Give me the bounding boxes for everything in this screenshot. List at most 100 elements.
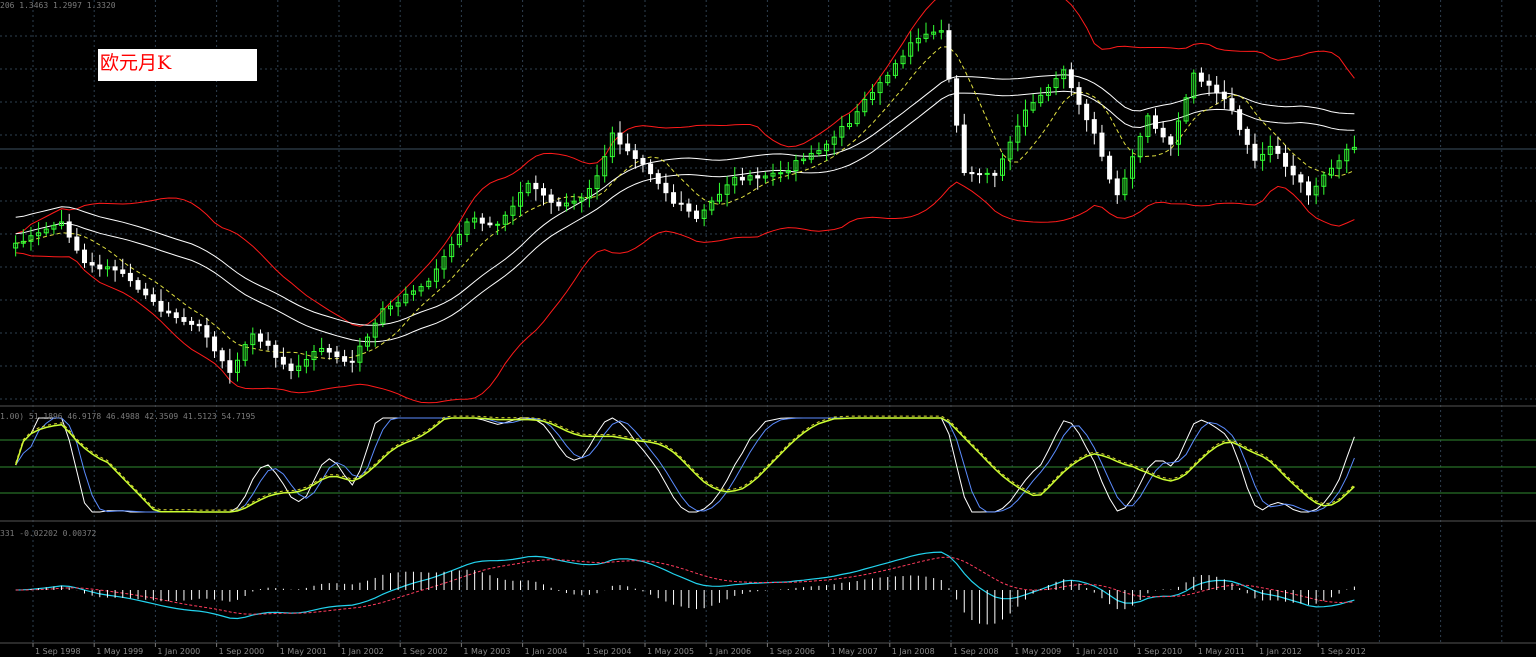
candle-body [1221,91,1227,100]
candle-body [479,217,485,224]
x-tick-label: 1 Sep 2010 [1137,647,1183,656]
x-tick-label: 1 Sep 2008 [953,647,999,656]
candle-body [1206,80,1212,86]
candle-body [74,236,80,251]
candle-body [227,360,233,373]
candle-body [640,157,646,165]
chart-background [0,0,1536,657]
x-tick-label: 1 Jan 2002 [341,647,384,656]
candle-body [984,172,990,175]
candle-body [1168,136,1174,145]
candle-body [495,223,501,226]
x-tick-label: 1 Sep 2004 [586,647,632,656]
candle-body [487,222,493,226]
x-tick-label: 1 Jan 2008 [892,647,935,656]
candle-body [1198,72,1204,82]
x-tick-label: 1 Jan 2000 [157,647,200,656]
candle-body [1214,84,1220,93]
candle-body [257,333,263,342]
candle-body [66,221,72,238]
candle-body [556,201,562,207]
candle-body [273,344,279,358]
candle-body [1298,174,1304,183]
x-tick-label: 1 Jan 2012 [1259,647,1302,656]
candle-body [671,192,677,204]
candle-body [342,356,348,362]
candle-body [349,360,355,363]
candle-body [1306,181,1311,196]
candle-body [120,269,126,274]
candle-body [1244,128,1250,145]
candle-body [1252,143,1258,161]
macd-readout: 331 -0.02202 0.00372 [0,529,97,538]
candle-body [150,294,156,302]
candle-body [954,78,960,126]
candle-body [127,272,133,282]
x-tick-label: 1 Jan 2006 [708,647,751,656]
candle-body [135,280,141,290]
x-tick-label: 1 Sep 2006 [769,647,815,656]
candle-body [265,340,271,346]
candle-body [280,356,286,365]
candle-body [694,210,699,219]
candle-body [288,363,294,372]
candle-body [686,203,692,212]
stochastic-readout: 1.00) 51.1896 46.9178 46.4988 42.3509 41… [0,412,256,421]
candle-body [548,194,554,203]
candle-body [204,325,210,338]
candle-body [166,310,172,314]
candle-body [89,262,95,266]
candle-body [1275,145,1281,154]
candle-body [961,124,967,174]
x-tick-label: 1 May 2009 [1014,647,1061,656]
forex-chart[interactable]: 1 Sep 1998 1 May 1999 1 Jan 2000 1 Sep 2000… [0,0,1536,657]
candle-body [625,143,631,152]
candle-body [533,182,539,190]
candle-body [969,172,975,175]
candle-body [334,351,340,358]
candle-body [196,323,202,327]
candle-body [212,336,218,352]
candle-body [1290,165,1296,176]
candle-body [1153,115,1158,129]
x-tick-label: 1 May 2007 [831,647,878,656]
candle-body [663,182,669,194]
x-tick-label: 1 Jan 2010 [1075,647,1118,656]
candle-body [82,249,87,264]
candle-body [173,312,179,319]
candle-body [112,266,118,271]
candle-body [181,317,187,322]
x-tick-label: 1 May 2005 [647,647,694,656]
x-tick-label: 1 Sep 2000 [219,647,265,656]
candle-body [219,350,225,362]
candle-body [992,172,998,176]
candle-body [1091,119,1097,134]
candle-body [678,202,684,205]
x-tick-label: 1 May 2003 [463,647,510,656]
candle-body [977,173,983,176]
price-readout: 206 1.3463 1.2997 1.3320 [0,1,116,10]
candle-body [541,188,546,196]
x-tick-label: 1 Sep 2012 [1320,647,1366,656]
candle-body [739,176,745,181]
candle-body [1160,127,1166,138]
candle-body [617,132,623,145]
candle-body [1099,132,1105,157]
candle-body [158,300,164,312]
candle-body [189,320,195,325]
candle-body [648,163,654,175]
x-tick-label: 1 May 1999 [96,647,143,656]
candle-body [1084,103,1090,121]
candle-body [1076,87,1082,105]
candle-body [143,288,149,296]
candle-body [755,175,761,179]
candle-body [655,173,661,184]
candle-body [946,30,952,80]
candle-body [97,264,103,270]
candle-body [1237,109,1243,130]
candle-body [1283,152,1289,167]
candle-body [326,347,332,353]
x-tick-label: 1 Sep 1998 [35,647,81,656]
candle-body [632,150,638,159]
x-tick-label: 1 May 2011 [1198,647,1245,656]
